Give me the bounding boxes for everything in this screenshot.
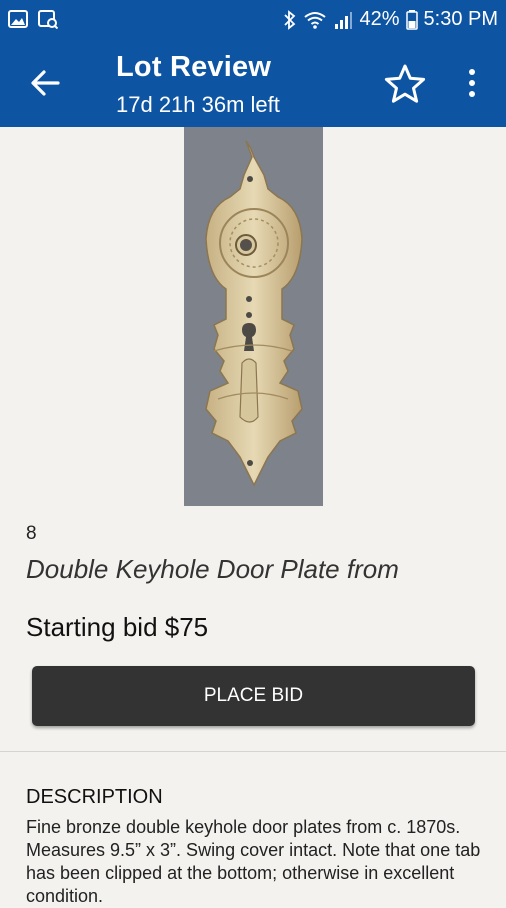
- app-bar: Lot Review 17d 21h 36m left: [0, 38, 506, 127]
- lot-title: Double Keyhole Door Plate from: [26, 554, 399, 584]
- clock: 5:30 PM: [423, 8, 498, 30]
- time-left: 17d 21h 36m left: [116, 92, 280, 117]
- battery-percent: 42%: [359, 8, 400, 30]
- page-title: Lot Review: [116, 51, 272, 83]
- status-bar: 42% 5:30 PM: [0, 0, 506, 38]
- gallery-notification-icon: [8, 10, 28, 28]
- bluetooth-icon: [284, 9, 296, 30]
- image-search-notification-icon: [38, 10, 58, 29]
- lot-number: 8: [26, 523, 37, 544]
- description-heading: DESCRIPTION: [26, 786, 163, 808]
- lot-photo[interactable]: [184, 127, 323, 506]
- wifi-icon: [304, 11, 327, 29]
- star-icon[interactable]: [384, 63, 426, 105]
- door-plate-image: [184, 127, 323, 506]
- signal-icon: [335, 11, 353, 29]
- starting-bid: Starting bid $75: [26, 612, 209, 642]
- place-bid-button[interactable]: PLACE BID: [32, 666, 475, 726]
- description-text: Fine bronze double keyhole door plates f…: [26, 817, 481, 906]
- divider: [0, 751, 506, 752]
- more-options-icon[interactable]: [460, 66, 484, 100]
- battery-icon: [405, 9, 418, 30]
- back-arrow-icon[interactable]: [28, 66, 62, 100]
